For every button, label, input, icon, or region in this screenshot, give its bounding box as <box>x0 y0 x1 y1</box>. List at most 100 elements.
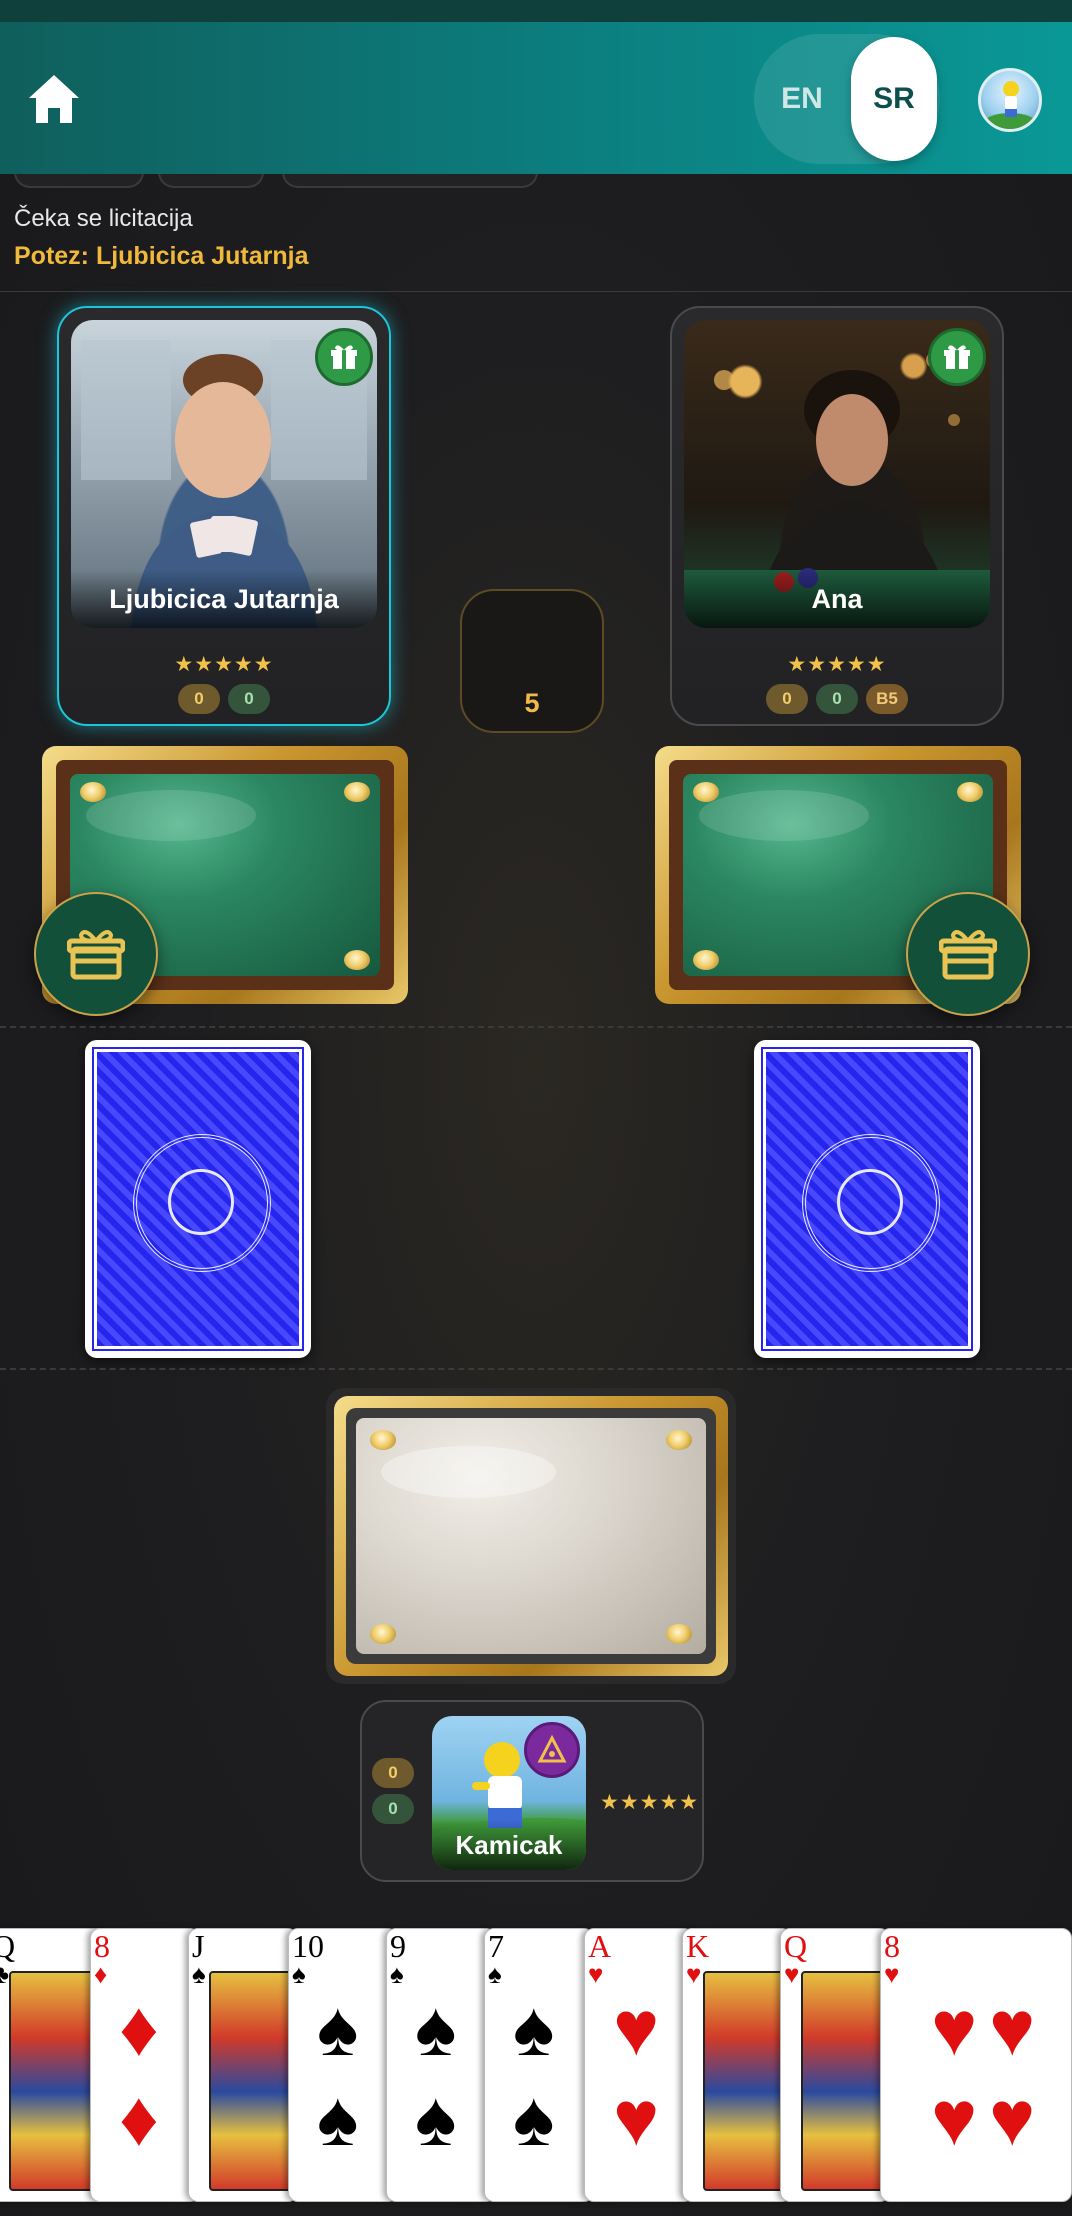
card-pip: ♥ <box>613 1984 660 2072</box>
court-card-face <box>209 1971 297 2191</box>
card-pip: ♦ <box>119 1984 159 2072</box>
hand-card[interactable]: J ♠ <box>188 1928 298 2202</box>
card-pip: ♥ <box>931 2074 978 2162</box>
stud <box>957 782 983 802</box>
player-card-right[interactable]: Ana ★★★★★ 0 0 B5 <box>670 306 1004 726</box>
card-rank: 8 <box>884 1928 900 1964</box>
stud <box>370 1430 396 1450</box>
card-pip: ♠ <box>513 1984 555 2072</box>
player-scores: 0 0 B5 <box>672 684 1002 714</box>
my-name: Kamicak <box>432 1820 586 1870</box>
card-pip: ♠ <box>317 2074 359 2162</box>
hand-card[interactable]: 10 ♠ ♠ ♠ <box>288 1928 398 2202</box>
score-badge: 0 <box>766 684 808 714</box>
deck-counter: 5 <box>460 589 604 733</box>
card-suit-icon: ♠ <box>488 1959 502 1989</box>
divider <box>0 291 1072 292</box>
turn-indicator: Potez: Ljubicica Jutarnja <box>14 242 309 270</box>
avatar-figure-icon <box>984 81 1036 129</box>
score-badge: 0 <box>816 684 858 714</box>
card-rank: Q <box>0 1929 15 1963</box>
send-gift-button-right[interactable] <box>906 892 1030 1016</box>
hand-card[interactable]: K ♥ <box>682 1928 792 2202</box>
stud <box>344 782 370 802</box>
player-name: Ana <box>684 570 990 628</box>
home-icon[interactable] <box>26 72 82 126</box>
hand-card[interactable]: A ♥ ♥ ♥ <box>584 1928 694 2202</box>
card-suit-icon: ♥ <box>588 1959 604 1989</box>
card-pip: ♠ <box>317 1984 359 2072</box>
status-strip <box>0 0 1072 22</box>
card-suit-icon: ♥ <box>784 1959 800 1989</box>
hand-card[interactable]: 7 ♠ ♠ ♠ <box>484 1928 594 2202</box>
court-card-face <box>9 1971 99 2191</box>
card-pip: ♥ <box>931 1984 978 2072</box>
card-suit-icon: ♠ <box>292 1959 306 1989</box>
stud <box>666 1430 692 1450</box>
card-rank: A <box>588 1928 612 1964</box>
card-pip: ♥ <box>989 1984 1036 2072</box>
opponent-card-back-right <box>754 1040 980 1358</box>
lang-en-button[interactable]: EN <box>760 40 844 158</box>
court-card-face <box>801 1971 889 2191</box>
gift-badge[interactable] <box>928 328 986 386</box>
card-suit-icon: ♣ <box>0 1961 9 1987</box>
app-header: EN SR <box>0 22 1072 174</box>
score-badge: 0 <box>178 684 220 714</box>
game-screen: { "header": { "lang_en": "EN", "lang_sr"… <box>0 0 1072 2216</box>
player-card-left[interactable]: Ljubicica Jutarnja ★★★★★ 0 0 <box>57 306 391 726</box>
card-rank: Q <box>784 1928 808 1964</box>
card-pip: ♠ <box>415 1984 457 2072</box>
opponent-card-back-left <box>85 1040 311 1358</box>
gift-icon <box>939 930 997 980</box>
score-badge: 0 <box>372 1758 414 1788</box>
stud <box>693 950 719 970</box>
card-pip: ♠ <box>415 2074 457 2162</box>
card-rank: K <box>686 1928 710 1964</box>
hand-card[interactable]: 8 ♥ ♥ ♥ ♥ ♥ <box>880 1928 1072 2202</box>
card-rank: J <box>192 1928 205 1964</box>
card-rank: 9 <box>390 1928 406 1964</box>
player-scores: 0 0 <box>59 684 389 714</box>
card-pip: ♥ <box>613 2074 660 2162</box>
court-card-face <box>703 1971 791 2191</box>
zone-divider <box>0 1026 1072 1028</box>
my-player-card[interactable]: 0 0 Kamicak ★★★★★ <box>360 1700 704 1882</box>
deck-count: 5 <box>524 688 540 718</box>
card-pip: ♠ <box>513 2074 555 2162</box>
triangle-icon <box>537 1735 567 1763</box>
played-card-slot-center <box>326 1388 736 1684</box>
stud <box>80 782 106 802</box>
send-gift-button-left[interactable] <box>34 892 158 1016</box>
hand-card[interactable]: 9 ♠ ♠ ♠ <box>386 1928 496 2202</box>
lang-sr-button[interactable]: SR <box>851 37 937 161</box>
zone-divider <box>0 1368 1072 1370</box>
gift-badge[interactable] <box>315 328 373 386</box>
score-badge: 0 <box>372 1794 414 1824</box>
stud <box>666 1624 692 1644</box>
card-suit-icon: ♠ <box>192 1959 206 1989</box>
stud <box>693 782 719 802</box>
player-rating: ★★★★★ <box>174 653 274 676</box>
card-rank: 8 <box>94 1928 110 1964</box>
gift-icon <box>67 930 125 980</box>
bidding-status: Čeka se licitacija <box>14 205 193 232</box>
player-rating: ★★★★★ <box>787 653 887 676</box>
stud <box>344 950 370 970</box>
player-hand: Q♣8♦♦♦J♠10♠♠♠9♠♠♠7♠♠♠A♥♥♥K♥Q♥8♥♥♥♥♥ <box>0 1928 1072 2216</box>
stud <box>370 1624 396 1644</box>
card-suit-icon: ♦ <box>94 1959 108 1989</box>
card-rank: 10 <box>292 1928 324 1964</box>
hand-card[interactable]: 8 ♦ ♦ ♦ <box>90 1928 200 2202</box>
score-badge: 0 <box>228 684 270 714</box>
gift-icon <box>944 345 970 369</box>
my-avatar: Kamicak <box>432 1716 586 1870</box>
card-pip: ♥ <box>989 2074 1036 2162</box>
felt-surface <box>356 1418 706 1654</box>
bid-badge: B5 <box>866 684 908 714</box>
player-name: Ljubicica Jutarnja <box>71 570 377 628</box>
my-rating: ★★★★★ <box>600 1791 700 1814</box>
hand-card[interactable]: Q ♥ <box>780 1928 890 2202</box>
user-avatar[interactable] <box>978 68 1042 132</box>
card-suit-icon: ♠ <box>390 1959 404 1989</box>
